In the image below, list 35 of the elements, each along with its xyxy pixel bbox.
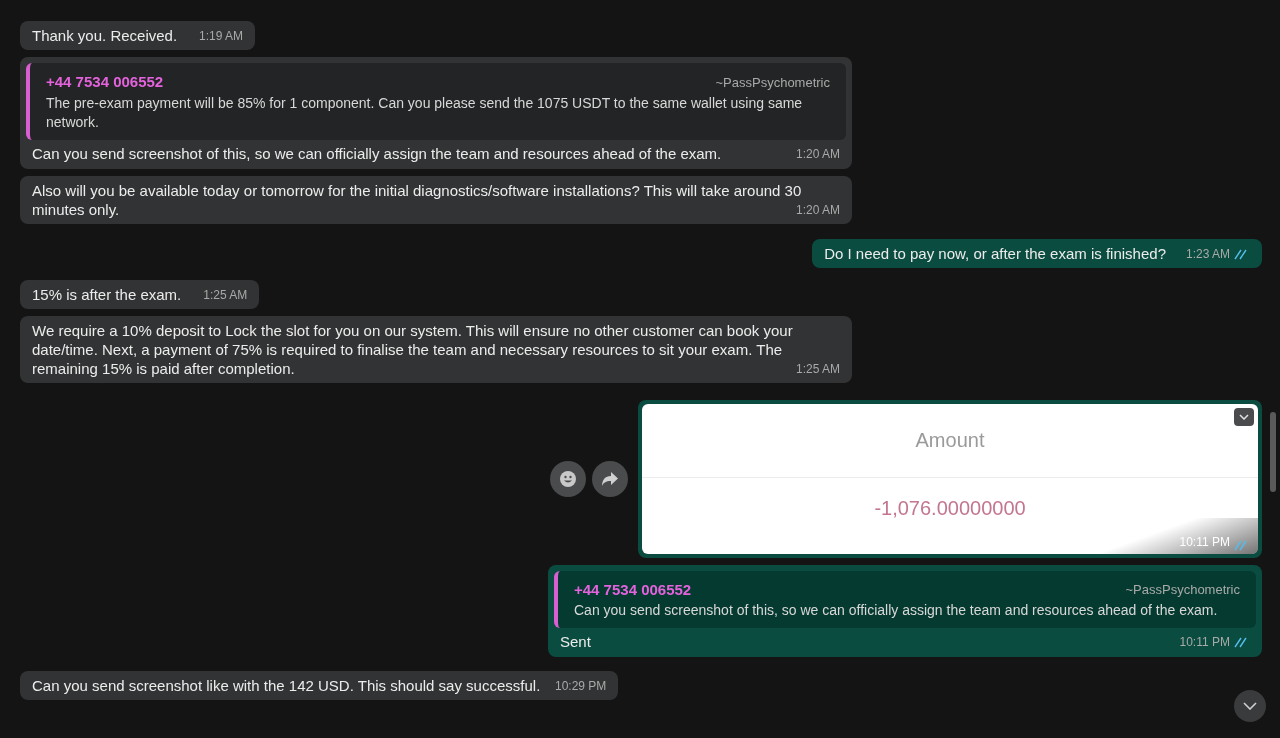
message-time: 1:25 AM <box>795 360 840 378</box>
quoted-text: Can you send screenshot of this, so we can officially assign the team and resources ahead of the exam. <box>574 601 1219 620</box>
message-menu-button[interactable] <box>1234 407 1254 426</box>
quoted-author: +44 7534 006552 <box>574 579 692 600</box>
message-text: Sent <box>560 632 591 651</box>
amount-label: Amount <box>915 428 985 453</box>
emoji-reaction-button[interactable] <box>550 460 586 497</box>
quoted-message[interactable]: +44 7534 006552 ~PassPsychometric Can you send screenshot of this, so we can officially assign the team and resources ahead of the exam. <box>554 570 1256 628</box>
message-time: 1:20 AM <box>795 145 840 163</box>
message-text: We require a 10% deposit to Lock the slot for you on our system. This will ensure no other customer can book your date/time. Next, a payment of 75% is required to finalise the team and necessary resources to sit your exam. The remaining 15% is paid after completion. <box>32 321 793 377</box>
chevron-down-icon <box>1239 413 1249 420</box>
amount-value: -1,076.00000000 <box>874 495 1026 521</box>
message-time: 1:19 AM <box>199 28 244 45</box>
quoted-message[interactable]: +44 7534 006552 ~PassPsychometric The pre-exam payment will be 85% for 1 component. Can you please send the 1075 USDT to the same wallet using same network. <box>26 63 846 140</box>
message-time: 1:25 AM <box>203 286 248 304</box>
quoted-text: The pre-exam payment will be 85% for 1 component. Can you please send the 1075 USDT to the same wallet using same network. <box>46 93 804 132</box>
quoted-name: ~PassPsychometric <box>1125 581 1240 599</box>
forward-arrow-icon <box>601 470 619 487</box>
message-time: 10:11 PM <box>1179 533 1230 551</box>
message-text: Do I need to pay now, or after the exam is finished? <box>824 244 1166 262</box>
quoted-author: +44 7534 006552 <box>46 72 164 92</box>
message-text: Can you send screenshot like with the 142 USD. This should say successful. <box>32 677 541 694</box>
scroll-down-button[interactable] <box>1234 690 1266 722</box>
message-time: 10:11 PM <box>1179 634 1230 651</box>
forward-button[interactable] <box>592 460 628 497</box>
chevron-down-icon <box>1243 702 1257 710</box>
message-time: 10:29 PM <box>554 678 607 695</box>
message-text: Can you send screenshot of this, so we can officially assign the team and resources ahead of the exam. <box>32 143 722 163</box>
smiley-icon <box>559 469 577 488</box>
scrollbar-thumb[interactable] <box>1270 412 1276 492</box>
quoted-name: ~PassPsychometric <box>715 73 830 92</box>
message-text: 15% is after the exam. <box>32 285 182 303</box>
message-text: Thank you. Received. <box>32 27 178 44</box>
message-time: 1:23 AM <box>1185 245 1230 263</box>
message-time: 1:20 AM <box>795 201 840 219</box>
